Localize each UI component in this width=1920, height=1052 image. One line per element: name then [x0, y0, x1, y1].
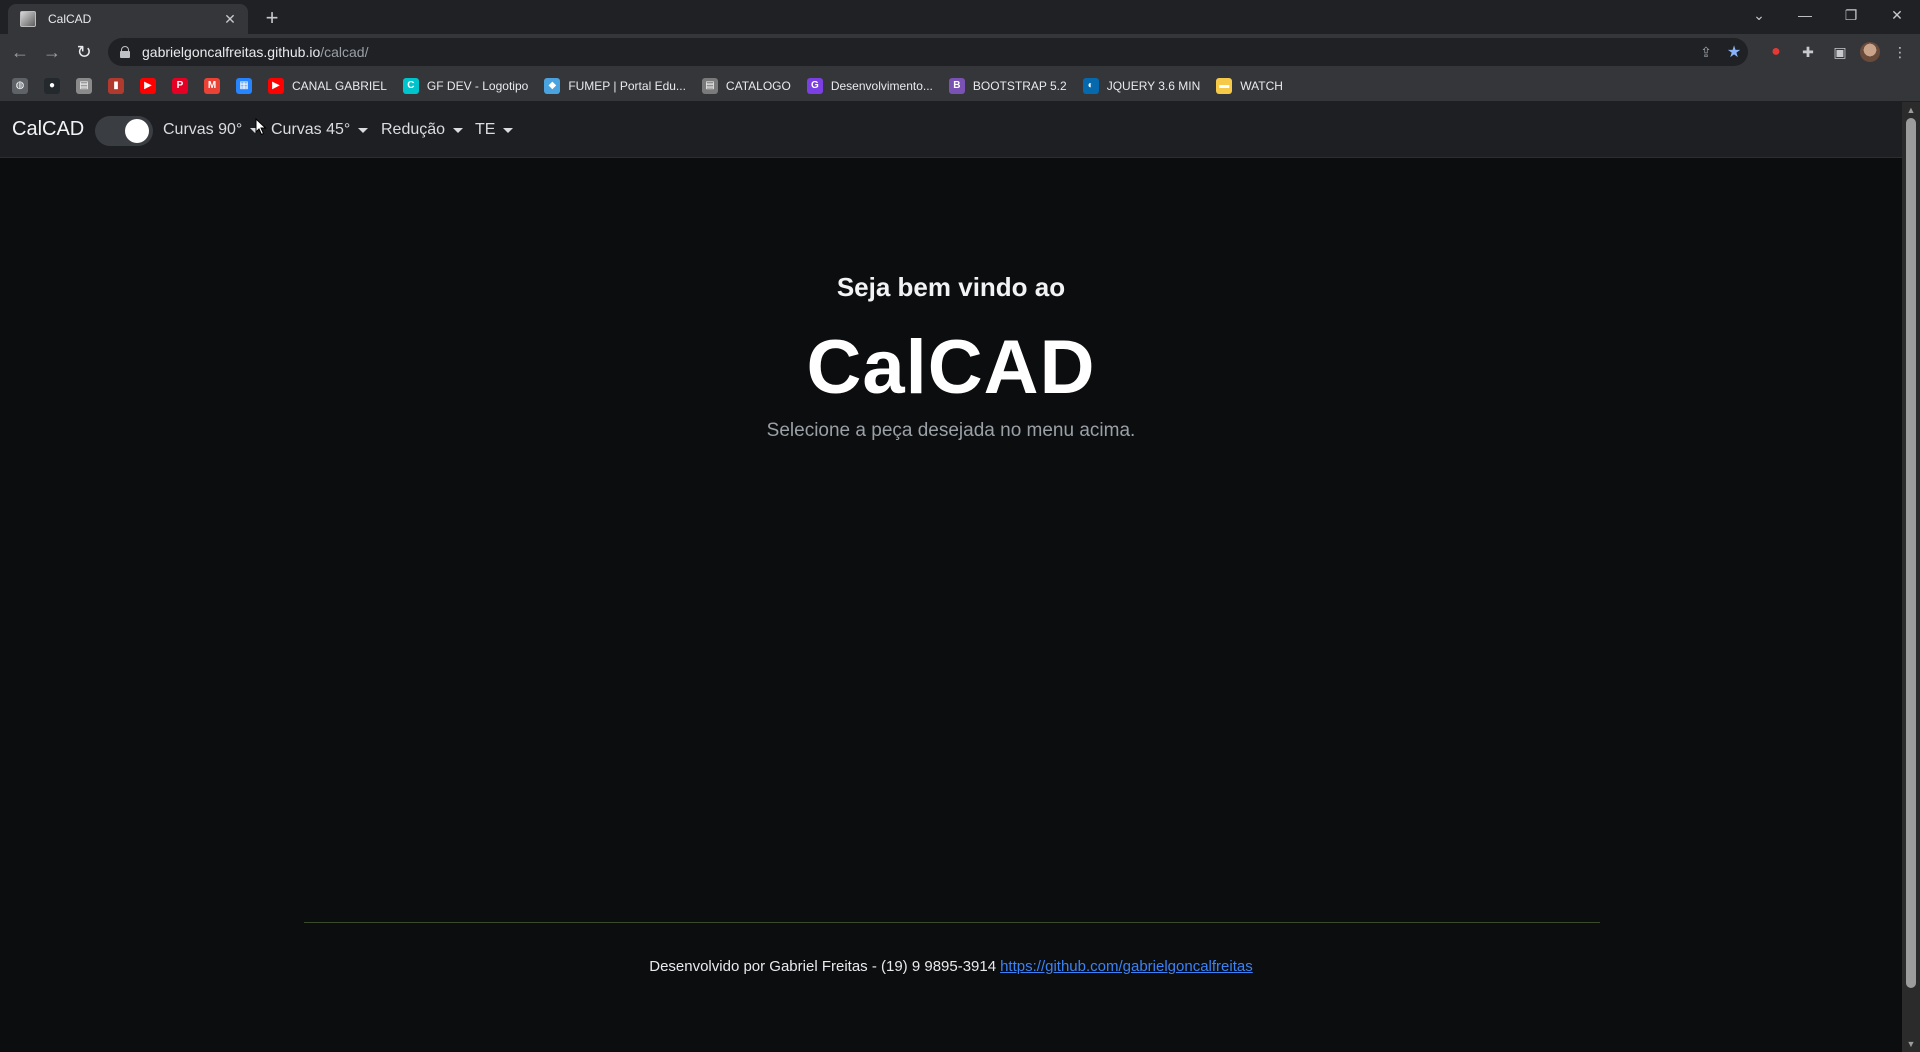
hero-subtitle: Selecione a peça desejada no menu acima.: [766, 420, 1136, 441]
bookmark-label: FUMEP | Portal Edu...: [568, 78, 686, 93]
bookmark-item[interactable]: M: [204, 77, 220, 94]
menu-reducao[interactable]: Redução: [381, 121, 464, 139]
footer-text: Desenvolvido por Gabriel Freitas - (19) …: [649, 958, 997, 975]
menu-label: Curvas 45°: [271, 121, 351, 138]
tab-title: CalCAD: [48, 12, 92, 26]
bookmark-item[interactable]: G Desenvolvimento...: [806, 77, 933, 94]
portal-icon: ◆: [544, 77, 561, 94]
github-icon: ●: [44, 77, 60, 94]
back-icon[interactable]: ←: [8, 40, 32, 64]
bookmark-item[interactable]: ▮: [108, 77, 124, 94]
menu-curvas-90[interactable]: Curvas 90°: [163, 121, 261, 139]
bookmark-star-icon[interactable]: ★: [1720, 42, 1748, 62]
bookmark-item[interactable]: B BOOTSTRAP 5.2: [948, 77, 1067, 94]
browser-menu-icon[interactable]: ⋮: [1888, 40, 1912, 64]
bookmark-label: JQUERY 3.6 MIN: [1106, 78, 1201, 93]
jquery-icon: ◐: [1082, 77, 1099, 94]
trello-icon: ▦: [236, 77, 252, 94]
footer: Desenvolvido por Gabriel Freitas - (19) …: [0, 958, 1902, 975]
pinterest-icon: P: [172, 77, 188, 94]
side-panel-icon[interactable]: ▣: [1828, 40, 1852, 64]
welcome-heading: Seja bem vindo ao: [836, 272, 1066, 302]
forward-icon[interactable]: →: [40, 40, 64, 64]
reload-icon[interactable]: ↻: [72, 40, 96, 64]
menu-curvas-45[interactable]: Curvas 45°: [271, 121, 369, 139]
close-tab-icon[interactable]: ✕: [222, 11, 238, 27]
bookmark-item[interactable]: P: [172, 77, 188, 94]
youtube-icon: ▶: [140, 77, 156, 94]
book-icon: ▮: [108, 77, 124, 94]
caret-down-icon: [503, 127, 514, 133]
tab-favicon-icon: [20, 11, 36, 27]
bookmark-item[interactable]: ▤: [76, 77, 92, 94]
footer-divider: [304, 922, 1600, 923]
lock-icon[interactable]: [120, 46, 130, 58]
extension-red-icon[interactable]: ●: [1764, 40, 1788, 64]
bookmark-label: GF DEV - Logotipo: [426, 78, 529, 93]
browser-toolbar: ← → ↻ gabrielgoncalfreitas.github.io/cal…: [0, 34, 1920, 70]
bookmark-item[interactable]: ▦: [236, 77, 252, 94]
bookmark-item[interactable]: ●: [44, 77, 60, 94]
canva-icon: C: [402, 77, 419, 94]
folder-icon: ▬: [1216, 77, 1233, 94]
globe-icon: ◍: [12, 77, 28, 94]
bookmark-label: CATALOGO: [725, 78, 791, 93]
bookmarks-bar: ◍ ● ▤ ▮ ▶ P M ▦ ▶ CANAL GABRIEL C GF DEV - Logotipo…: [0, 70, 1920, 102]
menu-label: Redução: [381, 121, 446, 138]
dev-icon: G: [806, 77, 823, 94]
url-text[interactable]: gabrielgoncalfreitas.github.io/calcad/: [142, 44, 368, 60]
github-link[interactable]: https://github.com/gabrielgoncalfreitas: [1000, 958, 1253, 975]
profile-avatar-icon[interactable]: [1860, 42, 1880, 62]
hero-title: CalCAD: [806, 325, 1096, 410]
share-icon[interactable]: ⇪: [1692, 44, 1720, 61]
bookmark-label: BOOTSTRAP 5.2: [972, 78, 1067, 93]
menu-label: TE: [475, 121, 496, 138]
bookmark-item[interactable]: C GF DEV - Logotipo: [402, 77, 529, 94]
restore-icon[interactable]: ❐: [1828, 0, 1874, 30]
extensions-area: ● ✚ ▣ ⋮: [1764, 40, 1912, 64]
tab-search-icon[interactable]: ⌄: [1736, 0, 1782, 30]
bootstrap-icon: B: [948, 77, 965, 94]
scroll-thumb[interactable]: [1906, 118, 1916, 988]
browser-tab[interactable]: CalCAD ✕: [8, 4, 248, 34]
bookmark-item[interactable]: ▶ CANAL GABRIEL: [268, 77, 387, 94]
bookmark-label: Desenvolvimento...: [830, 78, 933, 93]
close-window-icon[interactable]: ✕: [1874, 0, 1920, 30]
bookmark-item[interactable]: ▤ CATALOGO: [701, 77, 791, 94]
page-scrollbar[interactable]: ▲ ▼: [1902, 102, 1920, 1052]
bookmark-item[interactable]: ▶: [140, 77, 156, 94]
address-bar[interactable]: gabrielgoncalfreitas.github.io/calcad/ ⇪…: [108, 38, 1748, 66]
bookmark-label: WATCH: [1240, 78, 1283, 93]
scroll-up-icon[interactable]: ▲: [1902, 103, 1920, 117]
theme-toggle-switch[interactable]: [95, 116, 153, 146]
gmail-icon: M: [204, 77, 220, 94]
youtube-icon: ▶: [268, 77, 284, 94]
bookmark-item[interactable]: ▬ WATCH: [1216, 77, 1283, 94]
catalog-icon: ▤: [701, 77, 718, 94]
new-tab-icon[interactable]: +: [260, 6, 284, 30]
minimize-icon[interactable]: —: [1782, 0, 1828, 30]
menu-label: Curvas 90°: [163, 121, 243, 138]
mouse-cursor-icon: [255, 118, 267, 136]
extensions-puzzle-icon[interactable]: ✚: [1796, 40, 1820, 64]
site-brand[interactable]: CalCAD: [12, 118, 84, 141]
image-icon: ▤: [76, 77, 92, 94]
tab-strip: CalCAD ✕ + ⌄ — ❐ ✕: [0, 0, 1920, 34]
toggle-knob: [125, 119, 149, 143]
scroll-down-icon[interactable]: ▼: [1902, 1037, 1920, 1051]
caret-down-icon: [358, 127, 369, 133]
bookmark-item[interactable]: ◆ FUMEP | Portal Edu...: [544, 77, 686, 94]
menu-te[interactable]: TE: [475, 121, 514, 139]
site-navbar: CalCAD Curvas 90° Curvas 45° Redução TE: [0, 102, 1902, 158]
omnibox-actions: ⇪ ★: [1692, 38, 1748, 66]
bookmark-item[interactable]: ◐ JQUERY 3.6 MIN: [1082, 77, 1201, 94]
caret-down-icon: [453, 127, 464, 133]
web-page: CalCAD Curvas 90° Curvas 45° Redução TE …: [0, 102, 1902, 1052]
bookmark-item[interactable]: ◍: [12, 77, 28, 94]
bookmark-label: CANAL GABRIEL: [292, 78, 387, 93]
